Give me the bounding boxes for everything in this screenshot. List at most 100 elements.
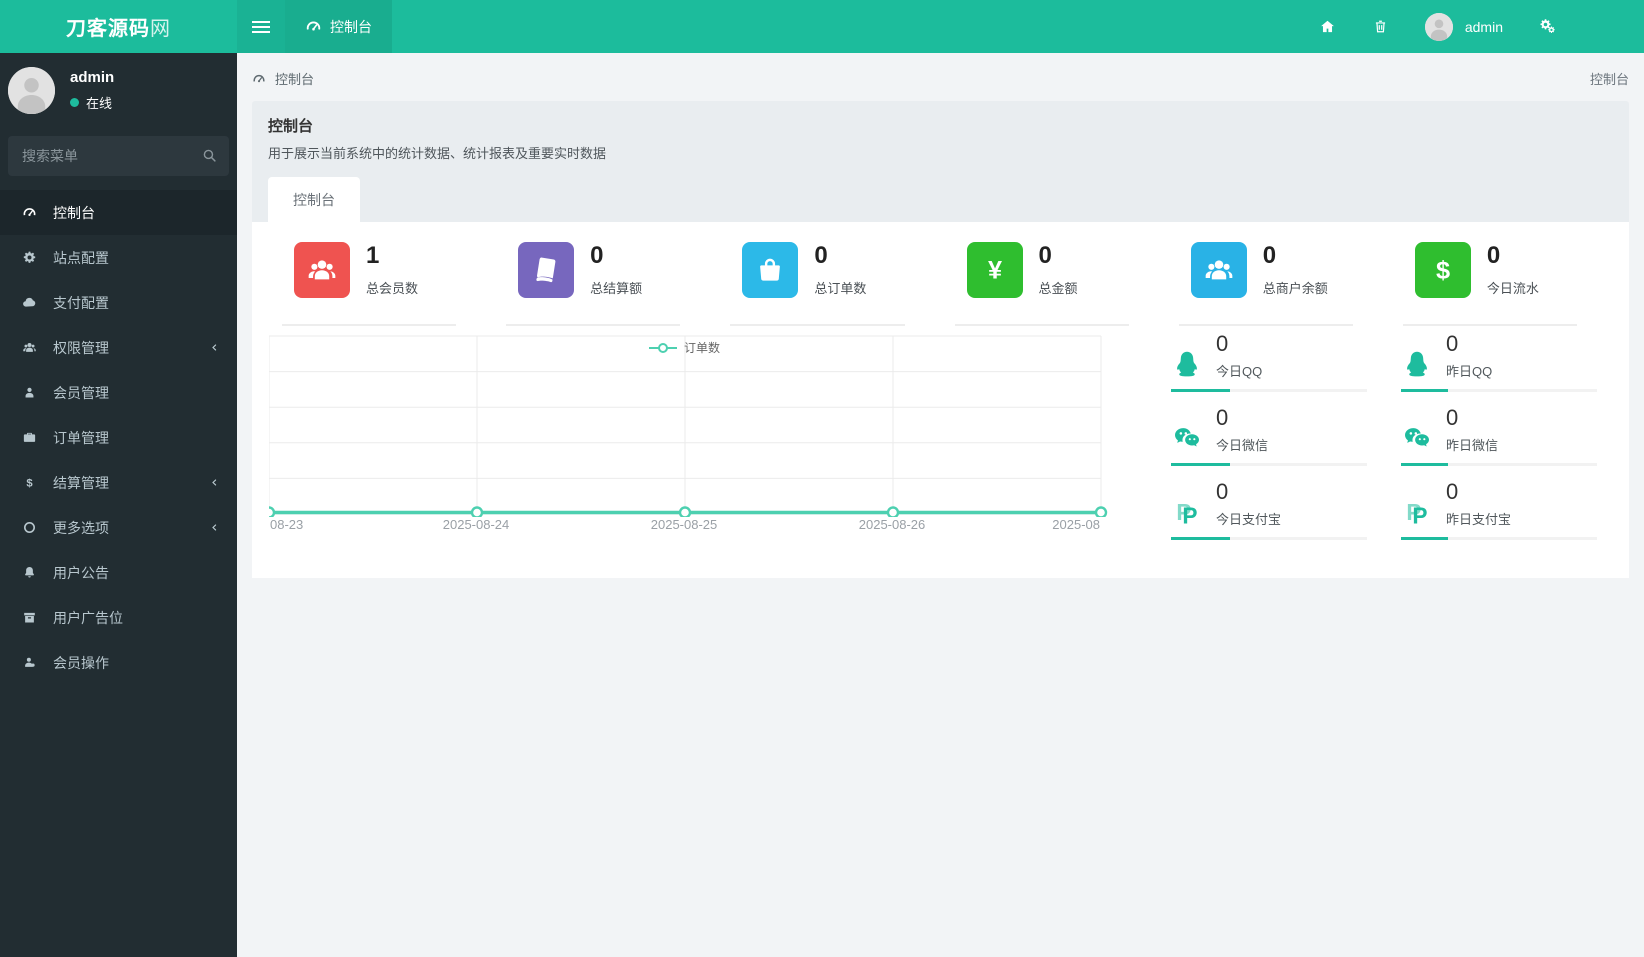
breadcrumb: 控制台 控制台 [237, 53, 1644, 101]
sidebar-item-dashboard[interactable]: 控制台 [0, 190, 237, 235]
stat-divider [1178, 324, 1353, 326]
home-icon[interactable] [1319, 18, 1336, 35]
sidebar-item-label: 订单管理 [53, 429, 109, 446]
mini-stat-bar [1401, 463, 1597, 466]
mini-stat-label: 今日微信 [1216, 438, 1269, 453]
cloud-icon [22, 295, 43, 310]
sidebar-toggle-button[interactable] [237, 0, 285, 53]
stat-value: 0 [1486, 242, 1501, 270]
stat-divider [954, 324, 1129, 326]
panel-title: 控制台 [268, 118, 314, 135]
search-input[interactable] [8, 136, 229, 176]
sidebar-item-member[interactable]: 会员管理 [0, 370, 237, 415]
header-user-menu[interactable]: admin [1424, 12, 1503, 41]
sidebar-user-name: admin [70, 69, 115, 86]
trash-icon[interactable] [1372, 18, 1389, 35]
stat-card: $0 今日流水 [1389, 242, 1613, 326]
stat-label: 总结算额 [590, 280, 643, 296]
breadcrumb-left: 控制台 [275, 72, 315, 87]
header-nav-tab-dashboard[interactable]: 控制台 [285, 0, 392, 53]
x-axis-tick: 2025-08-24 [442, 517, 510, 532]
sidebar-item-permission[interactable]: 权限管理 [0, 325, 237, 370]
sidebar-item-site-config[interactable]: 站点配置 [0, 235, 237, 280]
breadcrumb-right[interactable]: 控制台 [1590, 69, 1629, 88]
dollar-icon: $ [22, 475, 43, 490]
users-icon [22, 340, 43, 355]
sidebar-item-label: 会员操作 [53, 654, 109, 671]
sidebar-item-member-ops[interactable]: 会员操作 [0, 640, 237, 685]
sidebar-item-more[interactable]: 更多选项 [0, 505, 237, 550]
search-icon[interactable] [201, 147, 218, 164]
hamburger-icon [252, 20, 270, 33]
panel-header: 控制台 用于展示当前系统中的统计数据、统计报表及重要实时数据 控制台 [252, 101, 1629, 222]
sidebar-item-settlement[interactable]: $ 结算管理 [0, 460, 237, 505]
stat-value: 1 [366, 242, 380, 270]
tab-dashboard[interactable]: 控制台 [268, 177, 360, 222]
main-content: 控制台 控制台 控制台 用于展示当前系统中的统计数据、统计报表及重要实时数据 控… [237, 53, 1644, 957]
svg-text:$: $ [1436, 257, 1450, 285]
stat-label: 总会员数 [366, 280, 419, 296]
panel-body: 1 总会员数 0 总结算额 0 总订单数 ¥0 总金额 0 总商户余额 $0 今日流水 订单数 08-2… [252, 222, 1629, 578]
gear-icon [22, 250, 43, 265]
stat-value: 0 [814, 242, 828, 270]
sidebar-item-notice[interactable]: 用户公告 [0, 550, 237, 595]
mini-stat-value: 0 [1216, 479, 1229, 504]
stat-value: 0 [1038, 242, 1052, 270]
cogs-icon[interactable] [1539, 18, 1556, 35]
stat-divider [506, 324, 681, 326]
stat-divider [730, 324, 905, 326]
sidebar-item-order[interactable]: 订单管理 [0, 415, 237, 460]
brand-logo[interactable]: 刀客源码网 [0, 0, 237, 53]
mini-stat-label: 今日QQ [1216, 364, 1263, 379]
paypal-icon: PP [1171, 496, 1203, 528]
mini-stat: 0 昨日微信 [1401, 407, 1597, 466]
mini-stat-value: 0 [1216, 331, 1229, 356]
wechat-icon [1401, 422, 1433, 454]
header-user-name: admin [1464, 18, 1503, 35]
admin-dashboard: 刀客源码网 控制台 admin admin 在线 搜索菜单 控制台 站点配置 支… [0, 0, 1644, 957]
archive-icon [22, 610, 43, 625]
header-nav-tab-label: 控制台 [330, 18, 372, 35]
user-icon [22, 385, 43, 400]
legend-marker-icon [648, 342, 677, 353]
sidebar-user-status: 在线 [86, 96, 113, 111]
stat-card: ¥0 总金额 [941, 242, 1165, 326]
stat-label: 总金额 [1038, 280, 1078, 296]
mini-stat: 0 昨日QQ [1401, 333, 1597, 392]
mini-stat: 0 今日微信 [1171, 407, 1367, 466]
dashboard-icon [22, 205, 43, 220]
sidebar-item-label: 结算管理 [53, 474, 109, 491]
top-header: 刀客源码网 控制台 admin [0, 0, 1644, 53]
stat-value: 0 [590, 242, 604, 270]
sidebar-item-label: 更多选项 [53, 519, 109, 536]
stat-label: 总商户余额 [1262, 280, 1328, 296]
bell-icon [22, 565, 43, 580]
stat-card: 1 总会员数 [268, 242, 492, 326]
member-ops-icon [22, 655, 43, 670]
stat-card: 0 总订单数 [716, 242, 940, 326]
sidebar-item-payment-config[interactable]: 支付配置 [0, 280, 237, 325]
brand-bold: 刀客源码 [66, 18, 150, 40]
x-axis-tick: 08-23 [270, 517, 304, 532]
mini-stat-value: 0 [1446, 331, 1459, 356]
chart-legend-label: 订单数 [683, 341, 720, 355]
mini-stat-label: 昨日微信 [1446, 438, 1499, 453]
chart-legend[interactable]: 订单数 [268, 339, 1101, 356]
online-status-dot [70, 98, 79, 107]
sidebar-item-ad-slot[interactable]: 用户广告位 [0, 595, 237, 640]
wechat-icon [1171, 422, 1203, 454]
sidebar-item-label: 支付配置 [53, 294, 109, 311]
sidebar-menu: 控制台 站点配置支付配置权限管理 会员管理订单管理 $ 结算管理更多选项用户公告用户广告… [0, 190, 237, 685]
sidebar-item-label: 用户公告 [53, 564, 109, 581]
mini-stat-label: 今日支付宝 [1216, 512, 1282, 527]
mini-stats-today: 0 今日QQ 0 今日微信 P P 0 今日支付宝 [1171, 333, 1367, 555]
svg-text:P: P [1412, 502, 1427, 528]
x-axis-tick: 2025-08 [1052, 517, 1100, 532]
users-icon [1190, 242, 1247, 298]
circle-o-icon [22, 520, 43, 535]
dashboard-icon [252, 72, 268, 86]
header-right-group: admin [1319, 0, 1644, 53]
shopping-bag-icon [742, 242, 799, 298]
stat-card: 0 总结算额 [492, 242, 716, 326]
mini-stat-value: 0 [1446, 405, 1459, 430]
